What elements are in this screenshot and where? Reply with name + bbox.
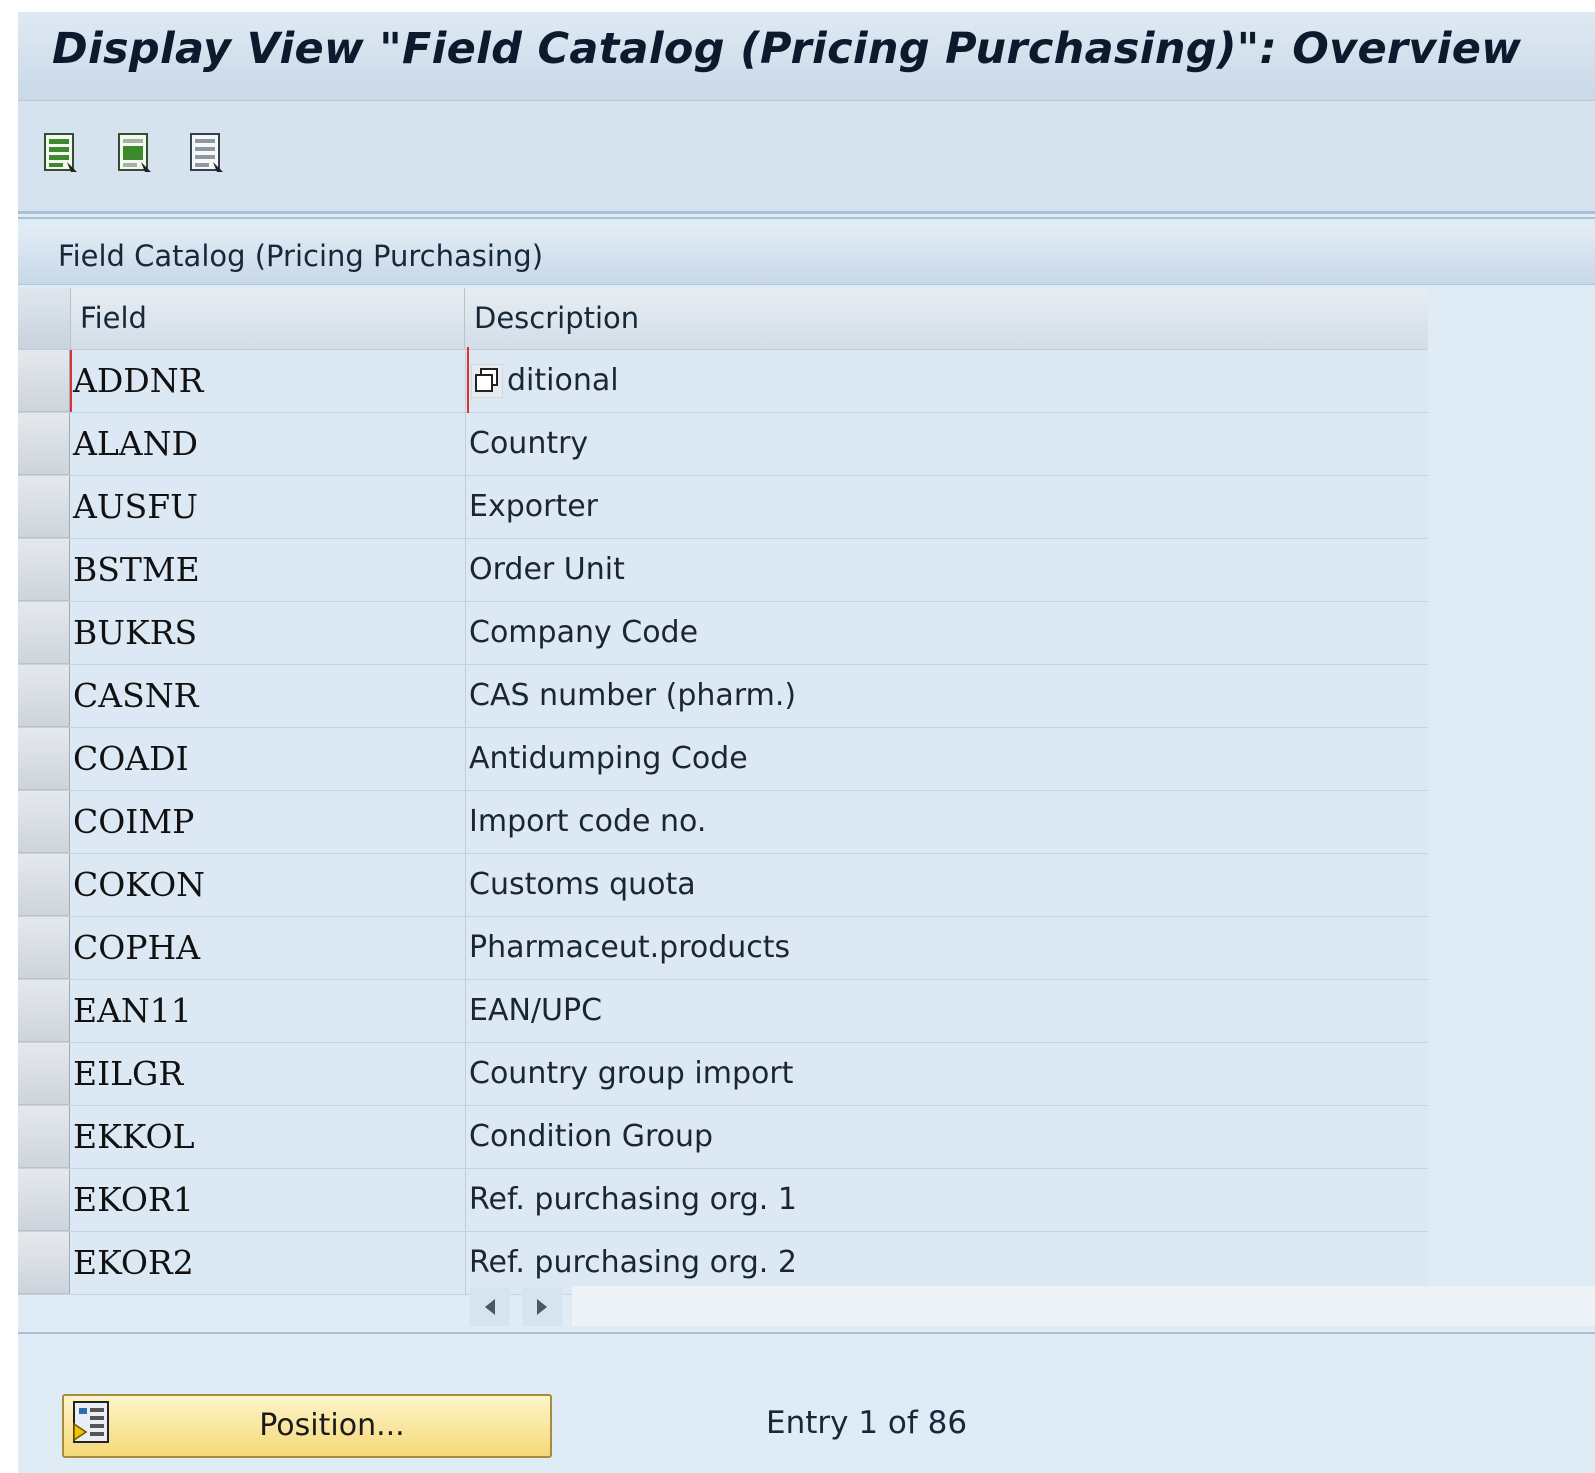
select-block-button[interactable] [112,132,158,178]
table-title: Field Catalog (Pricing Purchasing) [58,239,544,273]
scroll-track[interactable] [572,1286,1595,1326]
field-cell[interactable]: COADI [73,728,466,790]
row-selector[interactable] [18,980,70,1042]
position-button-label: Position... [259,1408,405,1443]
description-cell: Exporter [469,489,598,524]
sap-window: Display View "Field Catalog (Pricing Pur… [18,12,1595,1473]
row-selector[interactable] [18,476,70,538]
description-cell: Country [469,426,589,461]
field-cell[interactable]: COKON [73,854,466,916]
row-selector[interactable] [18,413,70,475]
field-cell[interactable]: EAN11 [73,980,466,1042]
scroll-left-button[interactable] [470,1288,510,1326]
row-selector[interactable] [18,1169,70,1231]
description-cell: CAS number (pharm.) [469,678,797,713]
table-row: ALAND Country [18,413,1428,476]
row-selector[interactable] [18,350,70,412]
column-header-description[interactable]: Description [466,288,1426,349]
table-row: BUKRS Company Code [18,602,1428,665]
table-row: EILGR Country group import [18,1043,1428,1106]
application-toolbar [18,101,1595,214]
select-block-icon [118,133,151,172]
description-cell: Pharmaceut.products [469,930,791,965]
title-bar: Display View "Field Catalog (Pricing Pur… [18,12,1595,101]
table-header: Field Description [18,288,1428,350]
table-row: EAN11 EAN/UPC [18,980,1428,1043]
table-row: COADI Antidumping Code [18,728,1428,791]
description-cell: Ref. purchasing org. 1 [469,1182,797,1217]
deselect-all-button[interactable] [184,132,230,178]
copy-icon[interactable] [471,364,503,398]
row-selector[interactable] [18,791,70,853]
deselect-all-icon [190,133,223,172]
table-row: COIMP Import code no. [18,791,1428,854]
description-cell: ditional [507,363,619,398]
field-cell[interactable]: EKKOL [73,1106,466,1168]
table-row: ADDNR ditional [18,347,1428,413]
row-selector[interactable] [18,1106,70,1168]
scroll-right-button[interactable] [522,1288,562,1326]
horizontal-scrollbar[interactable] [470,1282,1595,1330]
field-cell[interactable]: COIMP [73,791,466,853]
description-cell: Company Code [469,615,699,650]
row-selector[interactable] [18,665,70,727]
table-title-bar: Field Catalog (Pricing Purchasing) [18,224,1595,285]
field-cell[interactable]: ALAND [73,413,466,475]
row-selector[interactable] [18,539,70,601]
table-row: EKOR1 Ref. purchasing org. 1 [18,1169,1428,1232]
field-cell[interactable]: EKOR1 [73,1169,466,1231]
row-selector[interactable] [18,1043,70,1105]
table-row: COKON Customs quota [18,854,1428,917]
field-cell[interactable]: BUKRS [73,602,466,664]
description-cell: Order Unit [469,552,625,587]
description-cell: Import code no. [469,804,707,839]
table-row: EKKOL Condition Group [18,1106,1428,1169]
row-selector[interactable] [18,917,70,979]
description-cell: EAN/UPC [469,993,603,1028]
entry-counter: Entry 1 of 86 [766,1405,968,1441]
arrow-right-icon [537,1299,547,1315]
section-divider [18,217,1595,219]
table-row: COPHA Pharmaceut.products [18,917,1428,980]
field-cell[interactable]: EILGR [73,1043,466,1105]
row-selector[interactable] [18,728,70,790]
table-row: AUSFU Exporter [18,476,1428,539]
field-cell[interactable]: EKOR2 [73,1232,466,1294]
description-cell: Customs quota [469,867,696,902]
select-all-rows-button[interactable] [18,288,71,349]
field-cell[interactable]: CASNR [73,665,466,727]
description-cell: Condition Group [469,1119,714,1154]
field-catalog-table: Field Description ADDNR ditional ALAND C… [18,288,1428,1295]
description-cell: Antidumping Code [469,741,748,776]
table-row: CASNR CAS number (pharm.) [18,665,1428,728]
window-title: Display View "Field Catalog (Pricing Pur… [52,24,1522,74]
table-row: BSTME Order Unit [18,539,1428,602]
select-all-button[interactable] [38,132,84,178]
field-cell[interactable]: AUSFU [73,476,466,538]
row-selector[interactable] [18,854,70,916]
row-selector[interactable] [18,1232,70,1294]
select-all-icon [44,133,77,172]
position-button[interactable]: Position... [62,1394,552,1458]
focus-indicator-edge [467,347,469,413]
focus-indicator [70,350,467,412]
arrow-left-icon [485,1299,495,1315]
description-cell: Country group import [469,1056,794,1091]
footer-divider [18,1332,1595,1334]
field-cell[interactable]: COPHA [73,917,466,979]
field-cell[interactable]: BSTME [73,539,466,601]
row-selector[interactable] [18,602,70,664]
column-header-field[interactable]: Field [80,288,465,349]
